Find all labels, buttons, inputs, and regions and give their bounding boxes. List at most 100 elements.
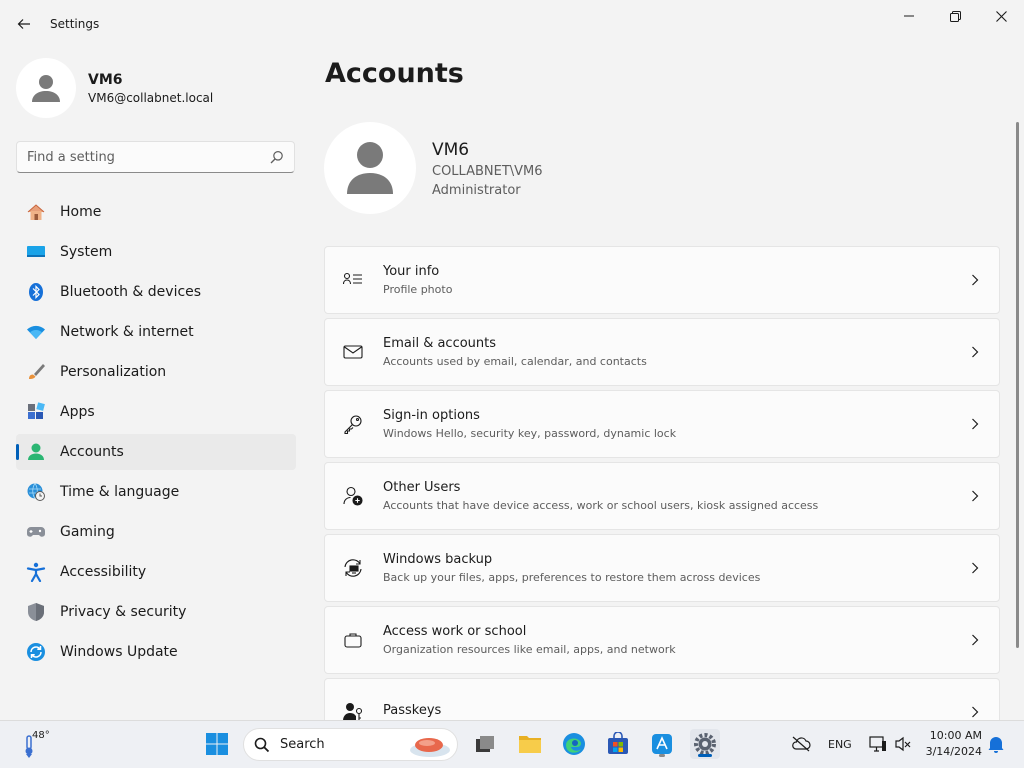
network-monitor-icon [869, 736, 886, 752]
monitor-icon [26, 242, 46, 262]
sidebar-item-home[interactable]: Home [16, 194, 296, 230]
taskbar: 48° Search ENG 10:00 AM 3/14/2024 [0, 720, 1024, 768]
windows-logo-icon [206, 733, 228, 755]
sidebar-item-label: System [60, 244, 113, 260]
sidebar-nav: Home System Bluetooth & devices Network … [16, 194, 296, 674]
scrollbar[interactable] [1016, 122, 1019, 648]
user-avatar [324, 122, 416, 214]
card-subtitle: Organization resources like email, apps,… [383, 643, 676, 656]
passkey-icon [343, 702, 363, 720]
store-button[interactable] [603, 729, 633, 759]
card-subtitle: Windows Hello, security key, password, d… [383, 427, 677, 440]
back-button[interactable] [12, 12, 36, 36]
active-app-indicator [698, 754, 712, 757]
system-clock[interactable]: 10:00 AM 3/14/2024 [922, 728, 982, 760]
card-title: Email & accounts [383, 336, 497, 351]
card-email-accounts[interactable]: Email & accounts Accounts used by email,… [324, 318, 1000, 386]
chevron-right-icon [972, 634, 979, 646]
chevron-right-icon [972, 562, 979, 574]
sidebar-item-label: Privacy & security [60, 604, 187, 620]
start-button[interactable] [202, 729, 232, 759]
app-title: Settings [50, 17, 100, 31]
card-subtitle: Profile photo [383, 283, 453, 296]
settings-taskbar-button[interactable] [690, 729, 720, 759]
folder-icon [519, 736, 541, 753]
sidebar-item-gaming[interactable]: Gaming [16, 514, 296, 550]
task-view-icon [476, 736, 494, 752]
search-input[interactable] [17, 142, 257, 172]
accessibility-icon [26, 562, 46, 582]
card-windows-backup[interactable]: Windows backup Back up your files, apps,… [324, 534, 1000, 602]
clock-date: 3/14/2024 [925, 745, 982, 758]
globe-clock-icon [26, 482, 46, 502]
card-subtitle: Back up your files, apps, preferences to… [383, 571, 761, 584]
sidebar-item-personalization[interactable]: Personalization [16, 354, 296, 390]
clock-time: 10:00 AM [929, 729, 982, 742]
key-icon [343, 414, 363, 434]
card-title: Other Users [383, 480, 461, 495]
user-summary: VM6 COLLABNET\VM6 Administrator [324, 122, 543, 214]
card-other-users[interactable]: Other Users Accounts that have device ac… [324, 462, 1000, 530]
edge-button[interactable] [559, 729, 589, 759]
pinned-app-button[interactable] [647, 729, 677, 759]
shield-icon [26, 602, 46, 622]
search-icon[interactable] [270, 150, 284, 164]
person-info-icon [343, 270, 363, 290]
sidebar-item-network[interactable]: Network & internet [16, 314, 296, 350]
sidebar-item-system[interactable]: System [16, 234, 296, 270]
briefcase-icon [343, 630, 363, 650]
sidebar-item-accounts[interactable]: Accounts [16, 434, 296, 470]
sidebar-item-label: Accounts [60, 444, 124, 460]
speaker-muted-icon [895, 736, 911, 752]
card-access-work-school[interactable]: Access work or school Organization resou… [324, 606, 1000, 674]
onedrive-status[interactable] [786, 729, 816, 759]
card-sign-in-options[interactable]: Sign-in options Windows Hello, security … [324, 390, 1000, 458]
minimize-button[interactable] [886, 0, 932, 32]
card-title: Access work or school [383, 624, 527, 639]
gamepad-icon [26, 522, 46, 542]
card-subtitle: Accounts used by email, calendar, and co… [383, 355, 647, 368]
avatar [16, 58, 76, 118]
restore-icon [949, 10, 961, 22]
notifications-button[interactable] [981, 729, 1011, 759]
sidebar-item-label: Gaming [60, 524, 115, 540]
sidebar-item-label: Time & language [60, 484, 180, 500]
file-explorer-button[interactable] [515, 729, 545, 759]
card-subtitle: Accounts that have device access, work o… [383, 499, 819, 512]
task-view-button[interactable] [470, 729, 500, 759]
card-title: Windows backup [383, 552, 493, 567]
home-icon [26, 202, 46, 222]
sidebar-item-windows-update[interactable]: Windows Update [16, 634, 296, 670]
sidebar-item-label: Home [60, 204, 102, 220]
person-avatar-icon [347, 142, 393, 194]
sidebar-item-label: Accessibility [60, 564, 147, 580]
card-title: Passkeys [383, 702, 442, 718]
sidebar-item-time-language[interactable]: Time & language [16, 474, 296, 510]
volume-status[interactable] [888, 729, 918, 759]
page-title: Accounts [325, 58, 464, 89]
brush-icon [26, 362, 46, 382]
close-button[interactable] [978, 0, 1024, 32]
sidebar-item-privacy-security[interactable]: Privacy & security [16, 594, 296, 630]
card-passkeys[interactable]: Passkeys [324, 678, 1000, 720]
search-highlight-food-icon [410, 738, 450, 757]
bluetooth-icon [26, 282, 46, 302]
add-user-icon [343, 486, 363, 506]
profile-summary[interactable]: VM6 VM6@collabnet.local [16, 58, 213, 118]
sidebar-item-bluetooth[interactable]: Bluetooth & devices [16, 274, 296, 310]
sidebar-item-accessibility[interactable]: Accessibility [16, 554, 296, 590]
taskbar-search[interactable]: Search [243, 728, 458, 761]
input-language[interactable]: ENG [828, 738, 852, 751]
chevron-right-icon [972, 706, 979, 718]
settings-search[interactable] [16, 141, 295, 173]
restore-button[interactable] [932, 0, 978, 32]
sidebar-item-apps[interactable]: Apps [16, 394, 296, 430]
sidebar-item-label: Bluetooth & devices [60, 284, 202, 300]
chevron-right-icon [972, 346, 979, 358]
gear-icon [694, 733, 716, 755]
profile-name: VM6 [88, 71, 123, 88]
user-domain: COLLABNET\VM6 [432, 164, 543, 179]
chevron-right-icon [972, 490, 979, 502]
sidebar-item-label: Network & internet [60, 324, 194, 340]
card-your-info[interactable]: Your info Profile photo [324, 246, 1000, 314]
